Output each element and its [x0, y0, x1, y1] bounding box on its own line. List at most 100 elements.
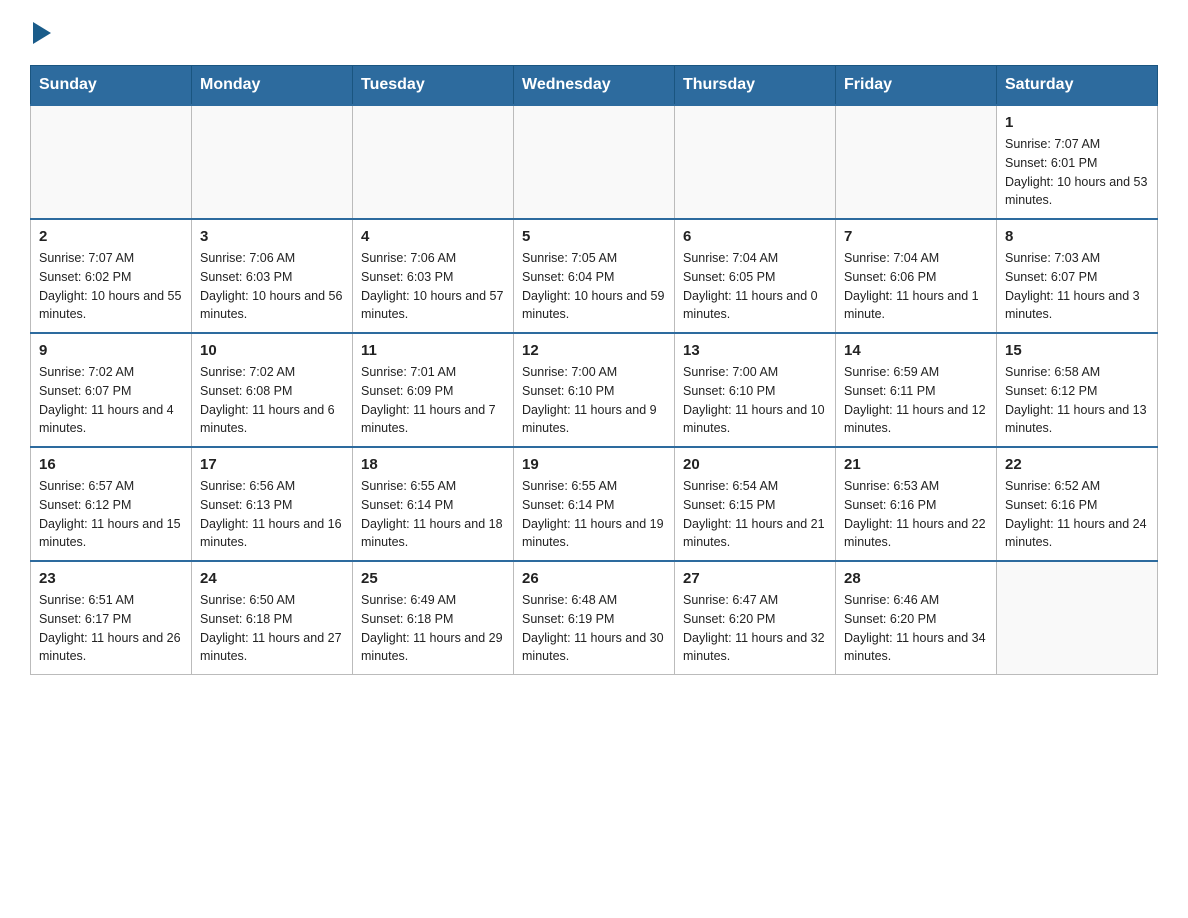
- calendar-cell: 23Sunrise: 6:51 AMSunset: 6:17 PMDayligh…: [31, 561, 192, 675]
- day-info: Sunrise: 7:03 AMSunset: 6:07 PMDaylight:…: [1005, 249, 1149, 324]
- calendar-cell: 18 Sunrise: 6:55 AMSunset: 6:14 PMDayligh…: [353, 447, 514, 561]
- day-info: Sunrise: 6:54 AMSunset: 6:15 PMDaylight:…: [683, 477, 827, 552]
- day-info: Sunrise: 7:05 AMSunset: 6:04 PMDaylight:…: [522, 249, 666, 324]
- calendar-cell: 22 Sunrise: 6:52 AMSunset: 6:16 PMDayligh…: [997, 447, 1158, 561]
- day-info: Sunrise: 7:06 AMSunset: 6:03 PMDaylight:…: [200, 249, 344, 324]
- day-info: Sunrise: 7:04 AMSunset: 6:05 PMDaylight:…: [683, 249, 827, 324]
- calendar-cell: 20 Sunrise: 6:54 AMSunset: 6:15 PMDayligh…: [675, 447, 836, 561]
- day-info: Sunrise: 6:56 AMSunset: 6:13 PMDaylight:…: [200, 477, 344, 552]
- calendar-cell: 16Sunrise: 6:57 AMSunset: 6:12 PMDayligh…: [31, 447, 192, 561]
- calendar-cell: 1 Sunrise: 7:07 AMSunset: 6:01 PMDaylight…: [997, 105, 1158, 219]
- calendar-week-row: 2 Sunrise: 7:07 AMSunset: 6:02 PMDaylight…: [31, 219, 1158, 333]
- weekday-header-sunday: Sunday: [31, 66, 192, 106]
- weekday-header-saturday: Saturday: [997, 66, 1158, 106]
- calendar-table: SundayMondayTuesdayWednesdayThursdayFrid…: [30, 65, 1158, 675]
- calendar-cell: 13 Sunrise: 7:00 AMSunset: 6:10 PMDayligh…: [675, 333, 836, 447]
- day-number: 22: [1005, 456, 1149, 473]
- day-info: Sunrise: 6:55 AMSunset: 6:14 PMDaylight:…: [361, 477, 505, 552]
- day-info: Sunrise: 6:47 AMSunset: 6:20 PMDaylight:…: [683, 591, 827, 666]
- calendar-cell: 26Sunrise: 6:48 AMSunset: 6:19 PMDayligh…: [514, 561, 675, 675]
- day-info: Sunrise: 6:58 AMSunset: 6:12 PMDaylight:…: [1005, 363, 1149, 438]
- calendar-cell: 27 Sunrise: 6:47 AMSunset: 6:20 PMDayligh…: [675, 561, 836, 675]
- calendar-cell: [836, 105, 997, 219]
- day-number: 5: [522, 228, 666, 245]
- day-info: Sunrise: 7:00 AMSunset: 6:10 PMDaylight:…: [683, 363, 827, 438]
- day-number: 15: [1005, 342, 1149, 359]
- calendar-week-row: 1 Sunrise: 7:07 AMSunset: 6:01 PMDaylight…: [31, 105, 1158, 219]
- weekday-header-wednesday: Wednesday: [514, 66, 675, 106]
- day-number: 20: [683, 456, 827, 473]
- calendar-cell: 28 Sunrise: 6:46 AMSunset: 6:20 PMDayligh…: [836, 561, 997, 675]
- calendar-cell: 17 Sunrise: 6:56 AMSunset: 6:13 PMDayligh…: [192, 447, 353, 561]
- day-info: Sunrise: 6:50 AMSunset: 6:18 PMDaylight:…: [200, 591, 344, 666]
- calendar-cell: 7 Sunrise: 7:04 AMSunset: 6:06 PMDaylight…: [836, 219, 997, 333]
- day-info: Sunrise: 6:49 AMSunset: 6:18 PMDaylight:…: [361, 591, 505, 666]
- day-number: 21: [844, 456, 988, 473]
- calendar-cell: 9 Sunrise: 7:02 AMSunset: 6:07 PMDaylight…: [31, 333, 192, 447]
- day-info: Sunrise: 6:48 AMSunset: 6:19 PMDaylight:…: [522, 591, 666, 666]
- day-number: 7: [844, 228, 988, 245]
- day-number: 10: [200, 342, 344, 359]
- calendar-cell: 6 Sunrise: 7:04 AMSunset: 6:05 PMDaylight…: [675, 219, 836, 333]
- calendar-cell: 12 Sunrise: 7:00 AMSunset: 6:10 PMDayligh…: [514, 333, 675, 447]
- calendar-cell: 8 Sunrise: 7:03 AMSunset: 6:07 PMDaylight…: [997, 219, 1158, 333]
- calendar-cell: 2 Sunrise: 7:07 AMSunset: 6:02 PMDaylight…: [31, 219, 192, 333]
- day-number: 16: [39, 456, 183, 473]
- calendar-cell: 24 Sunrise: 6:50 AMSunset: 6:18 PMDayligh…: [192, 561, 353, 675]
- day-number: 4: [361, 228, 505, 245]
- day-info: Sunrise: 6:53 AMSunset: 6:16 PMDaylight:…: [844, 477, 988, 552]
- day-number: 25: [361, 570, 505, 587]
- day-number: 19: [522, 456, 666, 473]
- calendar-cell: [353, 105, 514, 219]
- logo: [30, 20, 51, 45]
- day-number: 28: [844, 570, 988, 587]
- day-number: 8: [1005, 228, 1149, 245]
- day-info: Sunrise: 7:07 AMSunset: 6:01 PMDaylight:…: [1005, 135, 1149, 210]
- weekday-header-tuesday: Tuesday: [353, 66, 514, 106]
- calendar-week-row: 16Sunrise: 6:57 AMSunset: 6:12 PMDayligh…: [31, 447, 1158, 561]
- calendar-cell: 3 Sunrise: 7:06 AMSunset: 6:03 PMDaylight…: [192, 219, 353, 333]
- calendar-cell: 14 Sunrise: 6:59 AMSunset: 6:11 PMDayligh…: [836, 333, 997, 447]
- calendar-cell: 21 Sunrise: 6:53 AMSunset: 6:16 PMDayligh…: [836, 447, 997, 561]
- day-number: 17: [200, 456, 344, 473]
- day-info: Sunrise: 7:02 AMSunset: 6:07 PMDaylight:…: [39, 363, 183, 438]
- day-number: 6: [683, 228, 827, 245]
- logo-arrow-icon: [33, 22, 51, 49]
- day-number: 9: [39, 342, 183, 359]
- weekday-header-row: SundayMondayTuesdayWednesdayThursdayFrid…: [31, 66, 1158, 106]
- day-info: Sunrise: 7:04 AMSunset: 6:06 PMDaylight:…: [844, 249, 988, 324]
- day-info: Sunrise: 7:06 AMSunset: 6:03 PMDaylight:…: [361, 249, 505, 324]
- day-number: 27: [683, 570, 827, 587]
- day-number: 13: [683, 342, 827, 359]
- calendar-cell: [514, 105, 675, 219]
- page-header: [30, 20, 1158, 45]
- calendar-week-row: 9 Sunrise: 7:02 AMSunset: 6:07 PMDaylight…: [31, 333, 1158, 447]
- weekday-header-thursday: Thursday: [675, 66, 836, 106]
- day-info: Sunrise: 6:55 AMSunset: 6:14 PMDaylight:…: [522, 477, 666, 552]
- day-info: Sunrise: 6:46 AMSunset: 6:20 PMDaylight:…: [844, 591, 988, 666]
- day-number: 24: [200, 570, 344, 587]
- day-number: 18: [361, 456, 505, 473]
- weekday-header-monday: Monday: [192, 66, 353, 106]
- day-info: Sunrise: 7:02 AMSunset: 6:08 PMDaylight:…: [200, 363, 344, 438]
- day-info: Sunrise: 6:51 AMSunset: 6:17 PMDaylight:…: [39, 591, 183, 666]
- calendar-cell: 25 Sunrise: 6:49 AMSunset: 6:18 PMDayligh…: [353, 561, 514, 675]
- day-number: 3: [200, 228, 344, 245]
- calendar-cell: 10 Sunrise: 7:02 AMSunset: 6:08 PMDayligh…: [192, 333, 353, 447]
- day-number: 2: [39, 228, 183, 245]
- weekday-header-friday: Friday: [836, 66, 997, 106]
- calendar-cell: 11Sunrise: 7:01 AMSunset: 6:09 PMDayligh…: [353, 333, 514, 447]
- day-info: Sunrise: 6:52 AMSunset: 6:16 PMDaylight:…: [1005, 477, 1149, 552]
- day-info: Sunrise: 7:00 AMSunset: 6:10 PMDaylight:…: [522, 363, 666, 438]
- day-info: Sunrise: 7:07 AMSunset: 6:02 PMDaylight:…: [39, 249, 183, 324]
- calendar-cell: 4 Sunrise: 7:06 AMSunset: 6:03 PMDaylight…: [353, 219, 514, 333]
- day-info: Sunrise: 6:59 AMSunset: 6:11 PMDaylight:…: [844, 363, 988, 438]
- calendar-cell: 5 Sunrise: 7:05 AMSunset: 6:04 PMDaylight…: [514, 219, 675, 333]
- day-number: 14: [844, 342, 988, 359]
- calendar-cell: [31, 105, 192, 219]
- calendar-cell: [997, 561, 1158, 675]
- day-number: 1: [1005, 114, 1149, 131]
- calendar-week-row: 23Sunrise: 6:51 AMSunset: 6:17 PMDayligh…: [31, 561, 1158, 675]
- day-number: 12: [522, 342, 666, 359]
- day-info: Sunrise: 7:01 AMSunset: 6:09 PMDaylight:…: [361, 363, 505, 438]
